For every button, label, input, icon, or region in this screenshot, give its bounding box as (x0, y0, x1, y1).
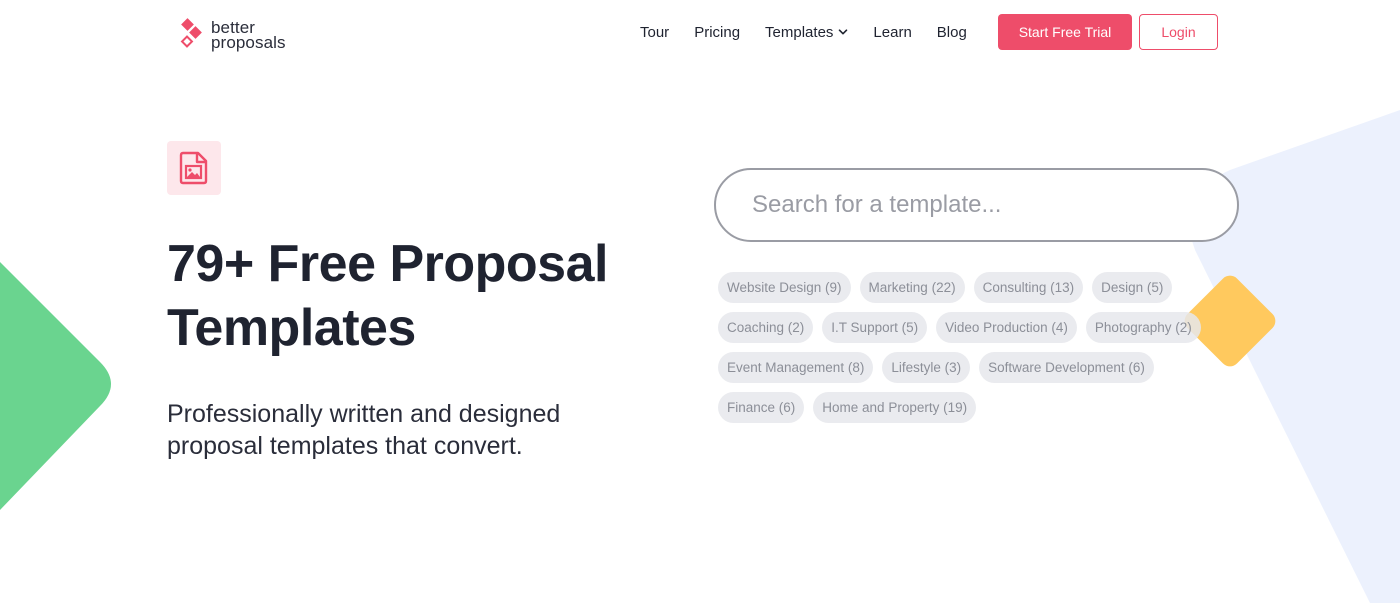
nav-blog[interactable]: Blog (937, 24, 967, 41)
page-title: 79+ Free Proposal Templates (167, 235, 608, 357)
nav-templates-label: Templates (765, 23, 834, 41)
nav-pricing[interactable]: Pricing (694, 24, 740, 41)
category-tag[interactable]: Design (5) (1092, 272, 1173, 303)
category-tag[interactable]: Lifestyle (3) (882, 352, 971, 383)
start-free-trial-button[interactable]: Start Free Trial (998, 14, 1132, 50)
category-tag[interactable]: Marketing (22) (859, 272, 965, 303)
document-image-icon (179, 151, 208, 185)
template-search-input[interactable] (752, 191, 1212, 219)
site-header: better proposals Tour Pricing Templates … (0, 0, 1400, 64)
category-tag[interactable]: I.T Support (5) (822, 312, 928, 343)
login-button[interactable]: Login (1139, 14, 1218, 50)
category-tag[interactable]: Finance (6) (718, 392, 805, 423)
category-tag[interactable]: Consulting (13) (973, 272, 1084, 303)
category-tag[interactable]: Home and Property (19) (813, 392, 977, 423)
category-tag[interactable]: Video Production (4) (936, 312, 1077, 343)
category-tag[interactable]: Coaching (2) (718, 312, 814, 343)
logo[interactable]: better proposals (180, 18, 286, 52)
logo-text: better proposals (211, 19, 286, 52)
logo-mark-icon (180, 18, 202, 48)
nav-tour[interactable]: Tour (640, 24, 669, 41)
template-search-box[interactable] (714, 168, 1239, 242)
chevron-down-icon (839, 29, 848, 35)
page-subtitle: Professionally written and designed prop… (167, 400, 561, 460)
nav-learn[interactable]: Learn (873, 24, 911, 41)
category-tag[interactable]: Event Management (8) (718, 352, 874, 383)
main-nav: Tour Pricing Templates Learn Blog (640, 14, 992, 50)
logo-text-line2: proposals (211, 33, 286, 52)
hero-icon-badge (167, 141, 221, 195)
nav-templates[interactable]: Templates (765, 24, 848, 41)
category-tag[interactable]: Software Development (6) (979, 352, 1154, 383)
category-tags: Website Design (9) Marketing (22) Consul… (718, 272, 1218, 432)
green-diamond-shape (0, 262, 111, 510)
category-tag[interactable]: Photography (2) (1085, 312, 1201, 343)
category-tag[interactable]: Website Design (9) (718, 272, 851, 303)
